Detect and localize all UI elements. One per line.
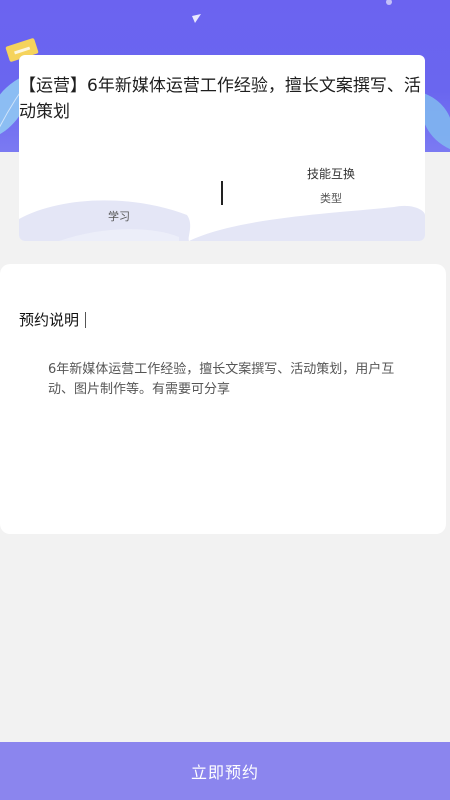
- book-now-button[interactable]: 立即预约: [0, 742, 450, 800]
- description-heading-text: 预约说明: [19, 311, 80, 329]
- description-card: 预约说明 6年新媒体运营工作经验，擅长文案撰写、活动策划，用户互动、图片制作等。…: [0, 264, 446, 534]
- stat-type: 技能互换 类型: [291, 165, 371, 207]
- stat-divider: [221, 181, 223, 205]
- description-body: 6年新媒体运营工作经验，擅长文案撰写、活动策划，用户互动、图片制作等。有需要可分…: [48, 362, 395, 397]
- stat-type-value: 技能互换: [306, 167, 355, 181]
- course-info-card: 【运营】6年新媒体运营工作经验，擅长文案撰写、活动策划 学习 技能互换 类型: [19, 55, 425, 241]
- stat-type-label: 类型: [320, 192, 342, 205]
- triangle-decoration-icon: [192, 14, 201, 23]
- stat-category: 学习: [99, 191, 139, 225]
- course-title: 【运营】6年新媒体运营工作经验，擅长文案撰写、活动策划: [19, 76, 421, 122]
- stat-category-value: [99, 191, 139, 209]
- dot-decoration-icon: [386, 0, 392, 5]
- description-heading: 预约说明: [19, 309, 87, 331]
- stat-category-label: 学习: [108, 210, 130, 223]
- heading-bar: [85, 312, 87, 328]
